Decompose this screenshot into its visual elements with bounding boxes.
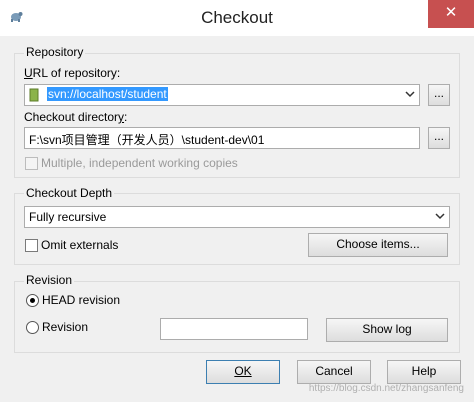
omit-externals-checkbox[interactable] (25, 239, 38, 252)
head-revision-label: HEAD revision (42, 293, 121, 307)
multiple-copies-checkbox[interactable] (25, 157, 38, 170)
revision-radio[interactable] (26, 321, 39, 334)
help-button[interactable]: Help (387, 360, 461, 384)
watermark-text: https://blog.csdn.net/zhangsanfeng (308, 383, 464, 394)
cancel-button[interactable]: Cancel (297, 360, 371, 384)
omit-externals-label: Omit externals (41, 238, 119, 252)
choose-items-button[interactable]: Choose items... (308, 233, 448, 257)
window-title: Checkout (201, 8, 273, 27)
ok-button[interactable]: OK (206, 360, 280, 384)
checkout-dir-input[interactable]: F:\svn项目管理（开发人员）\student-dev\01 (24, 127, 420, 149)
repository-group-label: Repository (24, 45, 86, 59)
checkout-dialog: { "window": { "title": "Checkout", "clos… (0, 0, 474, 402)
depth-combobox[interactable]: Fully recursive (24, 206, 450, 228)
show-log-button[interactable]: Show log (326, 318, 448, 342)
chevron-down-icon[interactable] (405, 89, 415, 99)
checkout-dir-label: Checkout directory: (24, 110, 128, 124)
title-bar: Checkout ✕ (0, 0, 474, 36)
url-browse-button[interactable]: ... (428, 84, 450, 106)
revision-group-label: Revision (24, 273, 75, 287)
close-button[interactable]: ✕ (428, 0, 474, 28)
multiple-copies-label: Multiple, independent working copies (41, 156, 238, 170)
checkout-dir-value: F:\svn项目管理（开发人员）\student-dev\01 (29, 133, 265, 147)
head-revision-radio[interactable] (26, 294, 39, 307)
url-value: svn://localhost/student (47, 87, 168, 101)
radio-selected-dot (30, 298, 35, 303)
url-label: URL of repository: (24, 66, 121, 80)
revision-group (14, 281, 460, 353)
chevron-down-icon[interactable] (435, 211, 445, 221)
revision-label: Revision (42, 320, 89, 334)
ok-label: OK (234, 364, 252, 378)
repo-icon (29, 88, 39, 102)
url-combobox[interactable]: svn://localhost/student (24, 84, 420, 106)
depth-value: Fully recursive (29, 210, 107, 224)
dir-browse-button[interactable]: ... (428, 127, 450, 149)
revision-input[interactable] (160, 318, 308, 340)
close-icon: ✕ (444, 4, 458, 21)
checkout-depth-group-label: Checkout Depth (24, 186, 115, 200)
